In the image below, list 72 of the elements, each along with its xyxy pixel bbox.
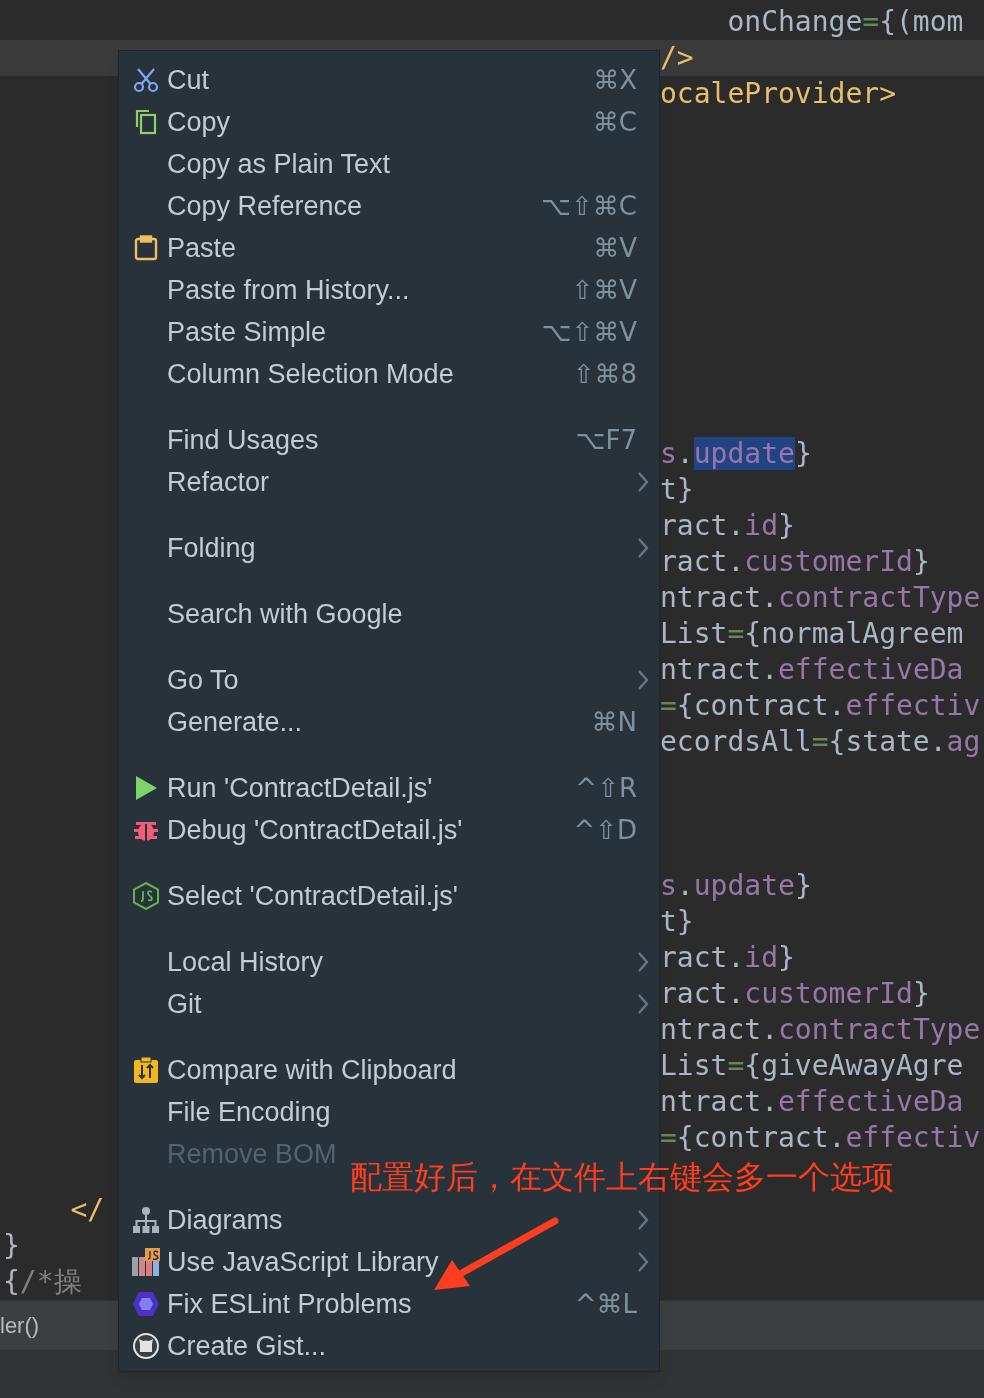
menu-item[interactable]: Generate...: [167, 701, 303, 743]
code-line: }: [3, 1229, 20, 1262]
compare-icon: [133, 1056, 159, 1084]
shortcut-hint: ⌥⇧⌘V: [541, 315, 637, 349]
code-line: ={contract.effectiv: [660, 1121, 981, 1154]
code-line: ocaleProvider>: [660, 77, 896, 110]
code-line: />: [660, 41, 694, 74]
menu-item[interactable]: Copy as Plain Text: [167, 143, 391, 185]
code-line: ntract.effectiveDa: [660, 653, 964, 686]
code-line: onChange={(mom: [726, 5, 964, 38]
code-line: s.update}: [660, 437, 812, 470]
code-line: List={giveAwayAgre: [660, 1049, 964, 1082]
shortcut-hint: ⌘C: [592, 105, 637, 139]
clipboard-icon: [133, 235, 159, 261]
hexagon-icon: [133, 882, 159, 910]
code-line: List={normalAgreem: [660, 617, 964, 650]
copy-icon: [133, 109, 159, 135]
menu-item[interactable]: Run 'ContractDetail.js': [167, 767, 433, 809]
menu-item[interactable]: Select 'ContractDetail.js': [167, 875, 458, 917]
code-line: t}: [660, 473, 694, 506]
shortcut-hint: ⇧⌘8: [572, 357, 637, 391]
menu-item[interactable]: Compare with Clipboard: [167, 1049, 457, 1091]
code-line: ract.customerId}: [660, 545, 930, 578]
hierarchy-icon: [132, 1206, 160, 1234]
code-line: ecordsAll={state.ag: [660, 725, 981, 758]
shortcut-hint: ⌘N: [591, 705, 637, 739]
shortcut-hint: ⇧⌘V: [571, 273, 637, 307]
code-line: ntract.effectiveDa: [660, 1085, 964, 1118]
code-line: ract.customerId}: [660, 977, 930, 1010]
play-icon: [134, 775, 158, 801]
code-line: s.update}: [660, 869, 812, 902]
shortcut-hint: ⌘X: [593, 63, 637, 97]
library-icon: [131, 1247, 161, 1277]
code-line: {/*操: [3, 1265, 82, 1298]
menu-item[interactable]: Search with Google: [167, 593, 403, 635]
shortcut-hint: ^⌘L: [574, 1287, 637, 1321]
shortcut-hint: ⌥F7: [575, 423, 637, 457]
shortcut-hint: ^⇧R: [575, 771, 637, 805]
octocat-icon: [132, 1332, 160, 1360]
annotation-text: 配置好后，在文件上右键会多一个选项: [350, 1160, 894, 1194]
menu-item[interactable]: Folding: [167, 527, 256, 569]
menu-item[interactable]: Create Gist...: [167, 1325, 327, 1367]
menu-item[interactable]: Paste: [167, 227, 237, 269]
code-line: t}: [660, 905, 694, 938]
scissors-icon: [133, 67, 159, 93]
menu-item[interactable]: Paste from History...: [167, 269, 410, 311]
breadcrumb-item[interactable]: ler(): [0, 1309, 40, 1342]
menu-item[interactable]: Diagrams: [167, 1199, 283, 1241]
menu-item[interactable]: Copy: [167, 101, 231, 143]
menu-item[interactable]: Git: [167, 983, 202, 1025]
menu-item[interactable]: Cut: [167, 59, 210, 101]
shortcut-hint: ⌘V: [593, 231, 637, 265]
code-line: ntract.contractType: [660, 581, 981, 614]
shortcut-hint: ^⇧D: [573, 813, 637, 847]
menu-item[interactable]: Copy Reference: [167, 185, 363, 227]
code-line: ntract.contractType: [660, 1013, 981, 1046]
hexagon-icon: [132, 1291, 160, 1317]
menu-item[interactable]: Fix ESLint Problems: [167, 1283, 412, 1325]
menu-item[interactable]: File Encoding: [167, 1091, 331, 1133]
menu-item[interactable]: Use JavaScript Library: [167, 1241, 439, 1283]
code-line: </: [69, 1193, 105, 1226]
menu-item[interactable]: Refactor: [167, 461, 270, 503]
menu-item[interactable]: Local History: [167, 941, 324, 983]
shortcut-hint: ⌥⇧⌘C: [541, 189, 637, 223]
menu-item[interactable]: Column Selection Mode: [167, 353, 454, 395]
code-line: ract.id}: [660, 941, 795, 974]
menu-item[interactable]: Find Usages: [167, 419, 319, 461]
menu-item[interactable]: Go To: [167, 659, 239, 701]
menu-item[interactable]: Debug 'ContractDetail.js': [167, 809, 463, 851]
menu-item[interactable]: Paste Simple: [167, 311, 327, 353]
code-line: ={contract.effectiv: [660, 689, 981, 722]
code-line: ract.id}: [660, 509, 795, 542]
